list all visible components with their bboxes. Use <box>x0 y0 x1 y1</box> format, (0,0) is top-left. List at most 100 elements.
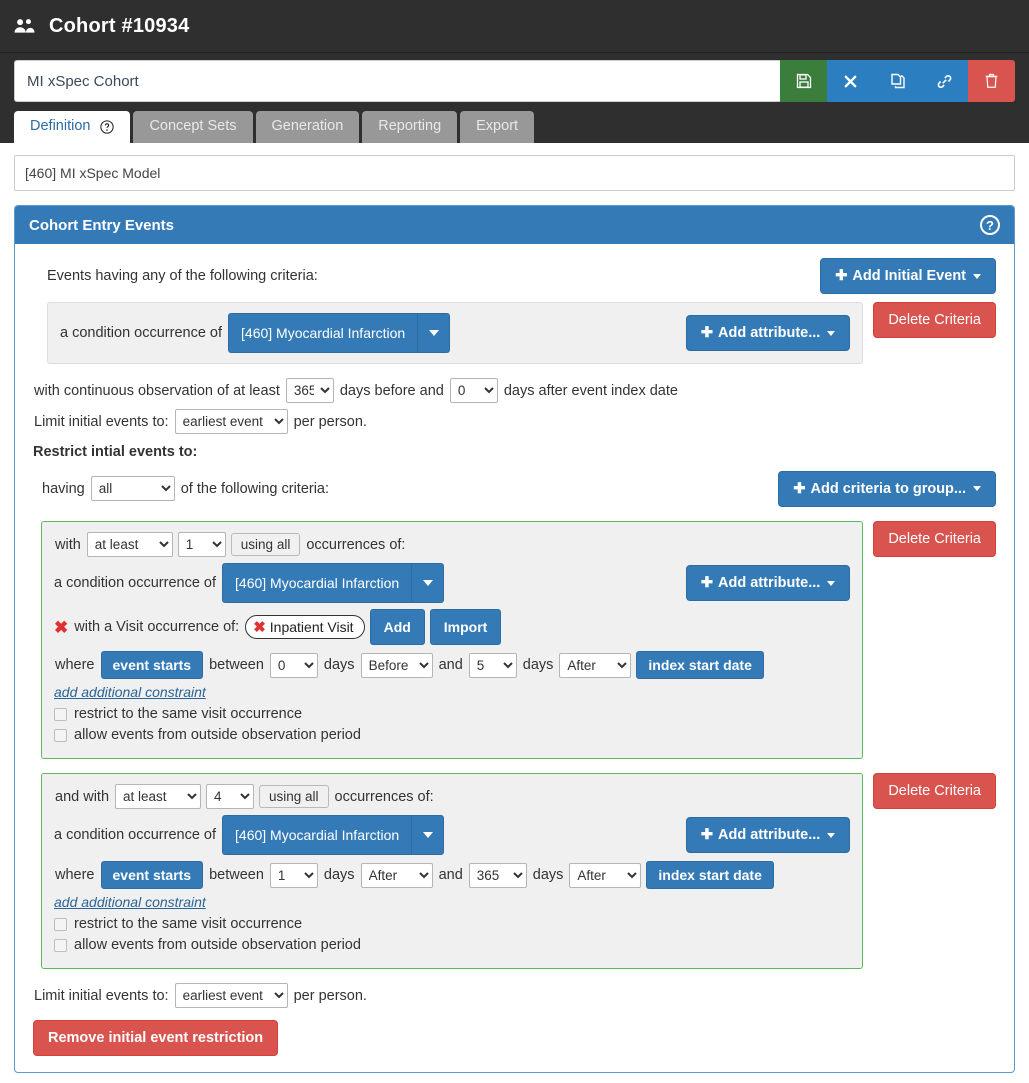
group2-occurrence-count-select[interactable]: 4 <box>206 784 255 809</box>
group2-concept-dropdown[interactable] <box>411 816 443 854</box>
copy-button[interactable] <box>874 60 921 102</box>
group2-delete-criteria-button[interactable]: Delete Criteria <box>873 773 996 809</box>
group1-delete-criteria-button[interactable]: Delete Criteria <box>873 521 996 557</box>
group1-outside-observation-checkbox[interactable] <box>54 728 67 742</box>
having-select[interactable]: all <box>90 476 175 501</box>
group1-end-dir-select[interactable]: After <box>559 652 632 678</box>
remove-visit-concept-icon[interactable]: ✖ <box>253 620 266 635</box>
limit-bottom-select[interactable]: earliest event <box>174 983 288 1008</box>
group2-same-visit-label: restrict to the same visit occurrence <box>74 916 303 932</box>
limit-top-select[interactable]: earliest event <box>174 409 288 434</box>
group1-add-constraint-link[interactable]: add additional constraint <box>54 684 206 700</box>
link-button[interactable] <box>921 60 968 102</box>
page-title: Cohort #10934 <box>49 14 190 37</box>
close-button[interactable] <box>827 60 874 102</box>
cohort-entry-events-panel: Cohort Entry Events ? Events having any … <box>14 205 1015 1073</box>
limit-initial-events-bottom-row: Limit initial events to: earliest event … <box>33 983 996 1008</box>
add-initial-event-label: Add Initial Event <box>852 268 966 284</box>
group1-visit-add-button[interactable]: Add <box>369 609 425 645</box>
group2-and-label: and <box>438 867 463 883</box>
group2-days-label-1: days <box>323 867 355 883</box>
group2-start-days-select[interactable]: 1 <box>269 862 318 888</box>
group2-using-all-button[interactable]: using all <box>259 785 329 808</box>
group2-add-attribute-label: Add attribute... <box>718 827 821 843</box>
group1-concept-row: a condition occurrence of [460] Myocardi… <box>54 563 851 603</box>
intro-text: Events having any of the following crite… <box>47 268 318 284</box>
group1-visit-pill[interactable]: ✖ Inpatient Visit <box>245 615 365 639</box>
group2-event-starts-button[interactable]: event starts <box>100 861 204 889</box>
group2-start-dir-select[interactable]: After <box>360 862 433 888</box>
group2-index-start-date-button[interactable]: index start date <box>646 861 774 889</box>
delete-button[interactable] <box>968 60 1015 102</box>
having-suffix: of the following criteria: <box>180 480 330 497</box>
group2-outside-observation-checkbox[interactable] <box>54 938 67 952</box>
tab-generation[interactable]: Generation <box>255 111 360 143</box>
tab-definition[interactable]: Definition <box>14 111 131 143</box>
group1-checkbox-row-1: restrict to the same visit occurrence <box>54 706 850 722</box>
group2-checkbox-row-1: restrict to the same visit occurrence <box>54 916 850 932</box>
primary-add-attribute-label: Add attribute... <box>718 325 821 341</box>
definition-help-icon[interactable] <box>100 120 115 134</box>
chevron-down-icon <box>428 330 439 336</box>
remove-visit-attribute-icon[interactable]: ✖ <box>54 619 68 636</box>
tab-reporting[interactable]: Reporting <box>362 111 458 143</box>
group1-same-visit-checkbox[interactable] <box>54 707 67 721</box>
group2-add-attribute-button[interactable]: ✚ Add attribute... <box>685 817 851 853</box>
panel-help-icon[interactable]: ? <box>980 215 1000 235</box>
limit-top-label: Limit initial events to: <box>34 413 169 430</box>
group2-concept-prefix: a condition occurrence of <box>54 827 217 843</box>
group1-start-dir-select[interactable]: Before <box>360 652 433 678</box>
group1-occurrence-row: with at least 1 using all occurrences of… <box>54 532 850 557</box>
save-button[interactable] <box>780 60 827 102</box>
group1-and-label: and <box>438 657 463 673</box>
group1-concept-dropdown[interactable] <box>411 564 443 602</box>
remove-initial-event-restriction-button[interactable]: Remove initial event restriction <box>33 1020 279 1056</box>
group1-occurrence-op-select[interactable]: at least <box>86 532 173 557</box>
chevron-down-icon <box>422 580 433 586</box>
add-initial-event-button[interactable]: ✚ Add Initial Event <box>820 258 996 294</box>
group1-concept-group: a condition occurrence of [460] Myocardi… <box>54 563 450 603</box>
having-group: having all of the following criteria: <box>41 476 330 501</box>
group2-end-dir-select[interactable]: After <box>569 862 642 888</box>
group1-event-starts-button[interactable]: event starts <box>100 651 204 679</box>
cohort-description-field[interactable]: [460] MI xSpec Model <box>14 155 1015 191</box>
group1-end-days-select[interactable]: 5 <box>468 652 517 678</box>
group1-occurrence-count-select[interactable]: 1 <box>177 532 226 557</box>
criteria-group-1-box: with at least 1 using all occurrences of… <box>41 521 864 759</box>
days-after-select[interactable]: 0 <box>449 378 498 403</box>
primary-concept-button[interactable]: [460] Myocardial Infarction <box>228 313 451 353</box>
description-wrap: [460] MI xSpec Model <box>0 143 1029 205</box>
limit-bottom-suffix: per person. <box>293 987 367 1004</box>
link-icon <box>936 73 953 90</box>
restrict-heading: Restrict intial events to: <box>33 444 198 460</box>
group1-using-all-button[interactable]: using all <box>230 533 301 556</box>
plus-icon: ✚ <box>700 325 714 341</box>
having-row: having all of the following criteria: ✚ … <box>33 470 996 507</box>
group2-end-days-select[interactable]: 365 <box>468 862 527 888</box>
group1-visit-import-button[interactable]: Import <box>429 609 502 645</box>
chevron-down-icon <box>827 580 836 586</box>
trash-icon <box>984 73 999 89</box>
group2-concept-button[interactable]: [460] Myocardial Infarction <box>222 815 445 855</box>
group1-add-attribute-button[interactable]: ✚ Add attribute... <box>685 565 851 601</box>
group2-add-constraint-link[interactable]: add additional constraint <box>54 894 206 910</box>
primary-concept-label: [460] Myocardial Infarction <box>241 325 406 341</box>
tab-concept-sets[interactable]: Concept Sets <box>133 111 253 143</box>
days-before-select[interactable]: 365 <box>285 378 334 403</box>
group1-start-days-select[interactable]: 0 <box>269 652 318 678</box>
primary-concept-dropdown[interactable] <box>417 314 449 352</box>
primary-delete-criteria-button[interactable]: Delete Criteria <box>873 302 996 338</box>
cohort-name-input[interactable] <box>14 60 780 102</box>
criteria-group-2-box: and with at least 4 using all occurrence… <box>41 773 864 969</box>
group1-index-start-date-button[interactable]: index start date <box>636 651 764 679</box>
add-criteria-to-group-button[interactable]: ✚ Add criteria to group... <box>778 470 996 507</box>
group1-concept-button[interactable]: [460] Myocardial Infarction <box>222 563 445 603</box>
tab-definition-label: Definition <box>30 118 91 135</box>
having-label: having <box>42 480 85 497</box>
plus-icon: ✚ <box>700 575 714 591</box>
group2-same-visit-checkbox[interactable] <box>54 917 67 931</box>
primary-criteria-prefix: a condition occurrence of <box>60 325 223 341</box>
group2-occurrence-op-select[interactable]: at least <box>115 784 202 809</box>
tab-export[interactable]: Export <box>460 111 535 143</box>
primary-add-attribute-button[interactable]: ✚ Add attribute... <box>685 315 851 351</box>
